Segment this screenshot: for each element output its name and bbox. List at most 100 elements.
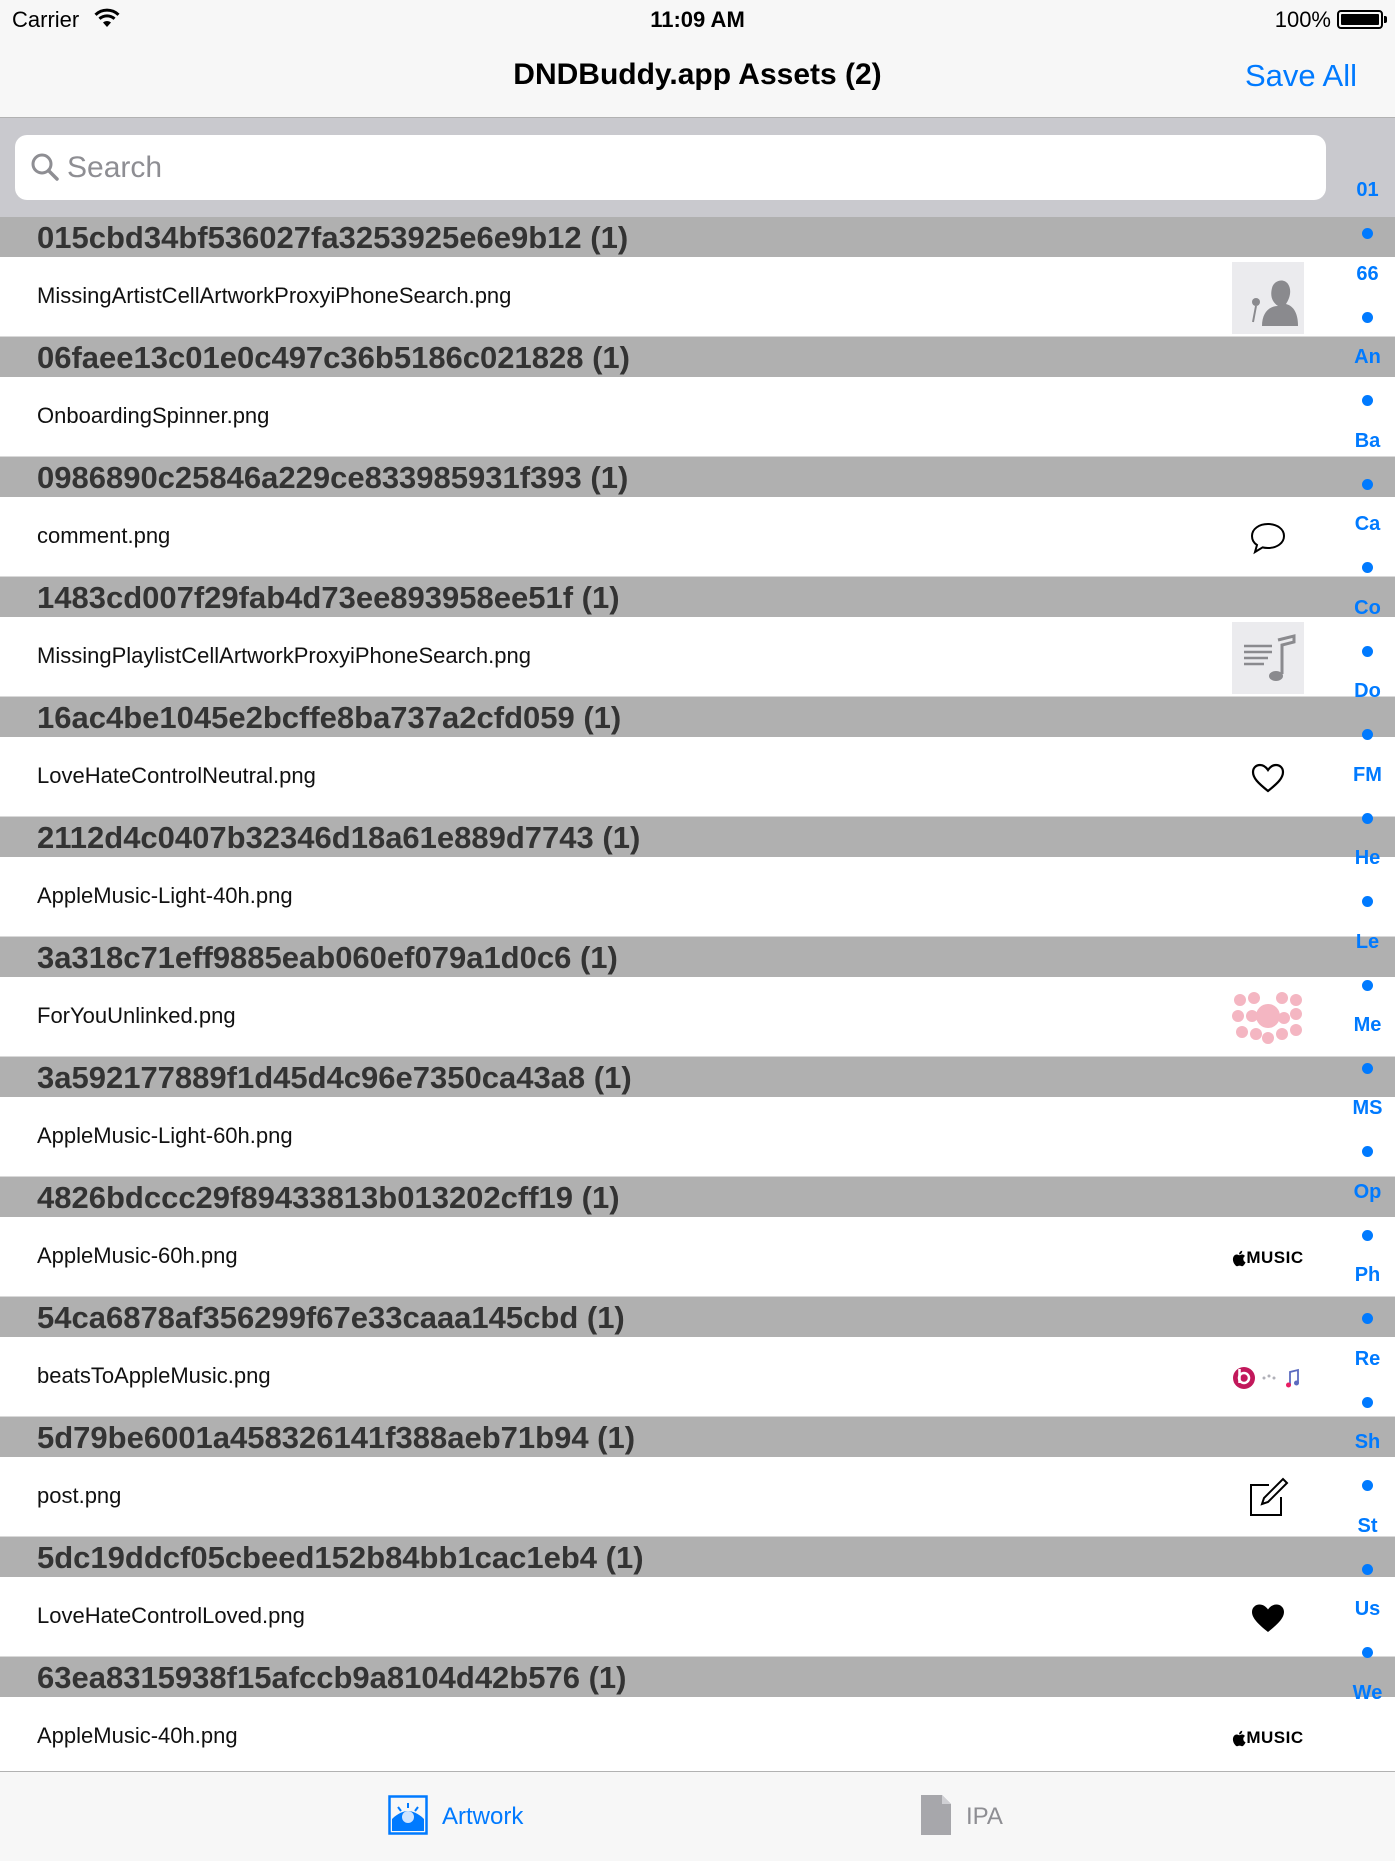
file-name: AppleMusic-60h.png [37,1243,238,1268]
tab-artwork-label: Artwork [442,1803,524,1830]
list-item[interactable]: AppleMusic-Light-40h.png [0,857,1395,937]
list-item[interactable]: OnboardingSpinner.png [0,377,1395,457]
index-item[interactable]: FM [1340,764,1395,787]
tab-ipa[interactable]: IPA [920,1794,1003,1840]
file-name: LoveHateControlNeutral.png [37,763,316,788]
section-header: 2112d4c0407b32346d18a61e889d7743 (1) [0,817,1395,857]
index-dot[interactable] [1362,813,1373,824]
music-label: MUSIC [1246,1728,1304,1747]
index-item[interactable]: Op [1340,1181,1395,1204]
index-dot[interactable] [1362,646,1373,657]
index-item[interactable]: Ph [1340,1264,1395,1287]
list-item[interactable]: LoveHateControlLoved.png [0,1577,1395,1657]
index-item[interactable]: Sh [1340,1431,1395,1454]
index-item[interactable]: 66 [1340,263,1395,286]
index-dot[interactable] [1362,1564,1373,1575]
file-name: LoveHateControlLoved.png [37,1603,305,1628]
index-item[interactable]: 01 [1340,179,1395,202]
index-dot[interactable] [1362,1397,1373,1408]
compose-icon [1232,1462,1304,1534]
file-name: OnboardingSpinner.png [37,403,270,428]
section-header: 3a318c71eff9885eab060ef079a1d0c6 (1) [0,937,1395,977]
index-dot[interactable] [1362,1313,1373,1324]
beats-to-music-icon [1232,1342,1304,1414]
index-item[interactable]: We [1340,1682,1395,1705]
list-item[interactable]: LoveHateControlNeutral.png [0,737,1395,817]
index-dot[interactable] [1362,1480,1373,1491]
list-item[interactable]: ForYouUnlinked.png [0,977,1395,1057]
list-item[interactable]: AppleMusic-Light-60h.png [0,1097,1395,1177]
battery-percentage: 100% [1274,7,1331,32]
battery-icon [1337,10,1387,29]
status-bar: Carrier 11:09 AM 100% [0,0,1395,38]
index-item[interactable]: Me [1340,1014,1395,1037]
music-label: MUSIC [1246,1248,1304,1267]
section-header: 4826bdccc29f89433813b013202cff19 (1) [0,1177,1395,1217]
list-item[interactable]: AppleMusic-60h.png MUSIC [0,1217,1395,1297]
list-item[interactable]: MissingArtistCellArtworkProxyiPhoneSearc… [0,257,1395,337]
list-item[interactable]: AppleMusic-40h.png MUSIC [0,1697,1395,1777]
file-name: beatsToAppleMusic.png [37,1363,271,1388]
index-item[interactable]: He [1340,847,1395,870]
asset-list[interactable]: 015cbd34bf536027fa3253925e6e9b12 (1) Mis… [0,217,1395,1777]
index-dot[interactable] [1362,312,1373,323]
section-header: 5d79be6001a458326141f388aeb71b94 (1) [0,1417,1395,1457]
list-item[interactable]: beatsToAppleMusic.png [0,1337,1395,1417]
list-item[interactable]: MissingPlaylistCellArtworkProxyiPhoneSea… [0,617,1395,697]
search-icon [29,151,61,183]
heart-filled-icon [1232,1582,1304,1654]
save-all-button[interactable]: Save All [1245,58,1357,94]
file-name: ForYouUnlinked.png [37,1003,236,1028]
index-dot[interactable] [1362,1063,1373,1074]
index-dot[interactable] [1362,1647,1373,1658]
index-dot[interactable] [1362,1230,1373,1241]
index-dot[interactable] [1362,896,1373,907]
index-item[interactable]: Do [1340,680,1395,703]
index-item[interactable]: Ca [1340,513,1395,536]
index-dot[interactable] [1362,395,1373,406]
section-header: 5dc19ddcf05cbeed152b84bb1cac1eb4 (1) [0,1537,1395,1577]
index-item[interactable]: Re [1340,1348,1395,1371]
section-header: 3a592177889f1d45d4c96e7350ca43a8 (1) [0,1057,1395,1097]
index-item[interactable]: St [1340,1515,1395,1538]
artwork-icon [388,1794,428,1840]
artist-placeholder-icon [1232,262,1304,334]
index-item[interactable]: Co [1340,597,1395,620]
page-title: DNDBuddy.app Assets (2) [513,58,882,91]
index-item[interactable]: An [1340,346,1395,369]
index-dot[interactable] [1362,729,1373,740]
index-item[interactable]: MS [1340,1097,1395,1120]
list-item[interactable]: comment.png [0,497,1395,577]
index-dot[interactable] [1362,980,1373,991]
section-header: 1483cd007f29fab4d73ee893958ee51f (1) [0,577,1395,617]
search-bar [0,118,1395,217]
file-name: comment.png [37,523,171,548]
document-icon [920,1794,952,1841]
file-name: MissingPlaylistCellArtworkProxyiPhoneSea… [37,643,531,668]
index-dot[interactable] [1362,228,1373,239]
clock: 11:09 AM [650,7,745,32]
tab-artwork[interactable]: Artwork [388,1794,523,1840]
tab-bar: Artwork IPA [0,1771,1395,1861]
index-dot[interactable] [1362,562,1373,573]
comment-icon [1232,502,1304,574]
index-dot[interactable] [1362,479,1373,490]
index-item[interactable]: Ba [1340,430,1395,453]
list-item[interactable]: post.png [0,1457,1395,1537]
tab-ipa-label: IPA [966,1803,1003,1830]
playlist-placeholder-icon [1232,622,1304,694]
file-name: AppleMusic-Light-40h.png [37,883,293,908]
index-dot[interactable] [1362,1146,1373,1157]
section-header: 54ca6878af356299f67e33caaa145cbd (1) [0,1297,1395,1337]
section-index[interactable]: 01 66 An Ba Ca Co Do FM He Le Me MS Op P… [1340,170,1395,1715]
file-name: MissingArtistCellArtworkProxyiPhoneSearc… [37,283,512,308]
search-input[interactable] [67,135,1307,200]
index-item[interactable]: Le [1340,931,1395,954]
apple-music-logo-icon: MUSIC [1232,1222,1304,1294]
file-name: AppleMusic-40h.png [37,1723,238,1748]
search-field[interactable] [15,135,1326,200]
section-header: 0986890c25846a229ce833985931f393 (1) [0,457,1395,497]
section-header: 06faee13c01e0c497c36b5186c021828 (1) [0,337,1395,377]
section-header: 16ac4be1045e2bcffe8ba737a2cfd059 (1) [0,697,1395,737]
index-item[interactable]: Us [1340,1598,1395,1621]
